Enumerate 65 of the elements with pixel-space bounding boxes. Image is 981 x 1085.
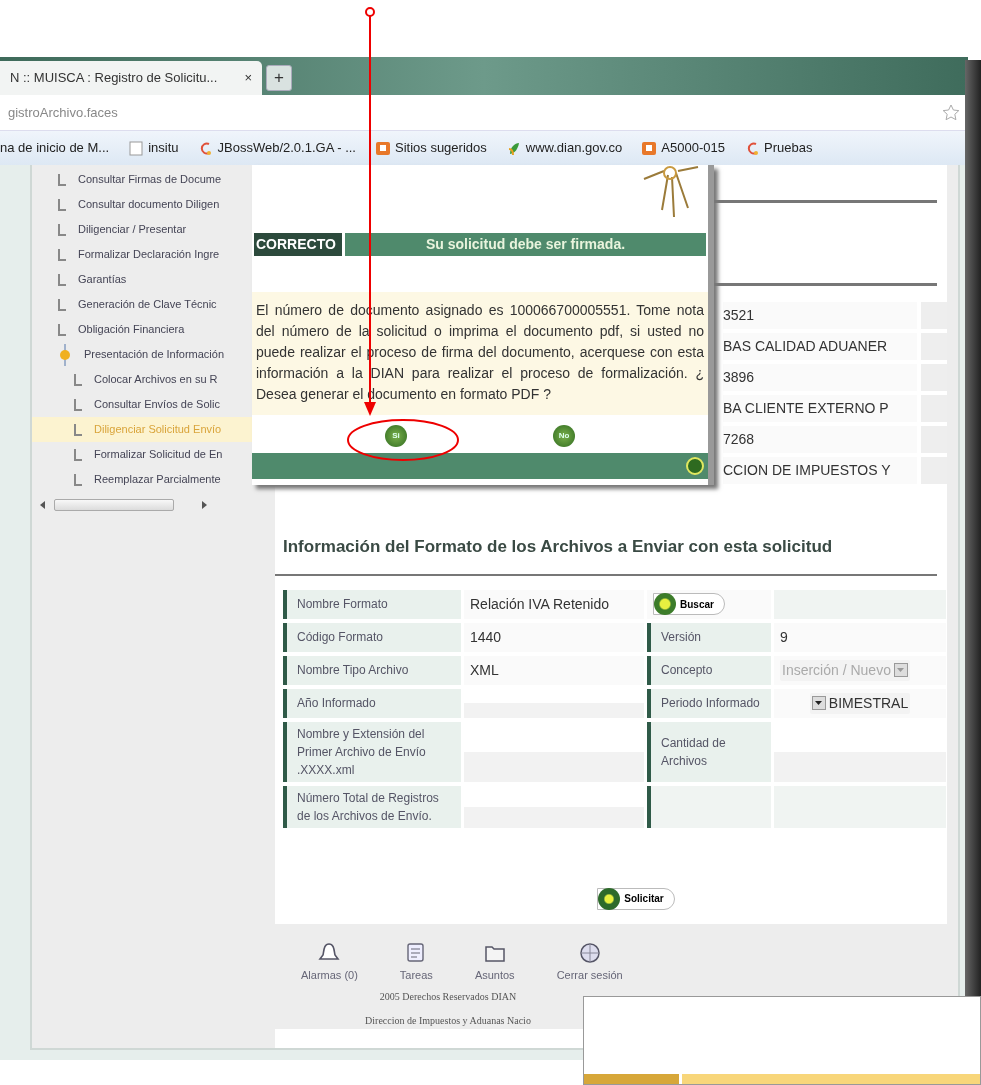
tree-item[interactable]: Reemplazar Parcialmente <box>32 467 257 492</box>
field-label: Periodo Informado <box>647 688 771 718</box>
field-value: CCION DE IMPUESTOS Y <box>723 457 918 484</box>
footer-link[interactable]: Asuntos <box>474 941 515 983</box>
browser-tab[interactable]: N :: MUISCA : Registro de Solicitu... × <box>0 61 262 95</box>
field-label: Número Total de Registros de los Archivos de Envío. <box>283 785 461 828</box>
bookmark-icon <box>642 140 657 156</box>
swirl-icon <box>198 140 213 156</box>
round-icon <box>686 457 704 475</box>
bookmark-item[interactable]: A5000-015 <box>642 138 725 158</box>
field-value: 7268 <box>723 426 918 453</box>
bookmark-item[interactable]: Sitios sugeridos <box>376 138 487 158</box>
field-label: Nombre Formato <box>283 589 461 619</box>
dialog-title: Su solicitud debe ser firmada. <box>345 233 706 256</box>
tree-item[interactable]: Diligenciar / Presentar <box>32 217 257 242</box>
field-label: Concepto <box>647 655 771 685</box>
tree-item[interactable]: Formalizar Solicitud de En <box>32 442 257 467</box>
field-label: Nombre y Extensión del Primer Archivo de Envío .XXXX.xml <box>283 721 461 782</box>
star-icon <box>942 104 960 121</box>
dropdown[interactable]: BIMESTRAL <box>809 692 911 714</box>
swirl-icon <box>745 140 759 156</box>
tree-item[interactable]: Formalizar Declaración Ingre <box>32 242 257 267</box>
page-icon <box>129 140 144 156</box>
leaf-icon <box>506 140 521 156</box>
field-value: Relación IVA Retenido <box>464 589 644 619</box>
field-value: 9 <box>774 622 946 652</box>
field-value: 3896 <box>723 364 918 391</box>
field-label: Código Formato <box>283 622 461 652</box>
close-button[interactable]: × <box>244 68 252 88</box>
copyright-text: 2005 Derechos Reservados DIAN <box>378 990 518 1004</box>
new-tab-button[interactable]: + <box>266 65 292 91</box>
tree-item[interactable]: Consultar documento Diligen <box>32 192 257 217</box>
status-label: CORRECTO <box>254 233 342 256</box>
copyright-text: Direccion de Impuestos y Aduanas Nacio <box>364 1014 532 1028</box>
footer-link[interactable]: Tareas <box>399 941 433 983</box>
field-value: 1440 <box>464 622 644 652</box>
tree-item[interactable]: Consultar Firmas de Docume <box>32 167 257 192</box>
field-label: Año Informado <box>283 688 461 718</box>
field-value: BA CLIENTE EXTERNO P <box>723 395 918 422</box>
bookmark-item[interactable]: JBossWeb/2.0.1.GA - ... <box>198 138 356 158</box>
field-label: Nombre Tipo Archivo <box>283 655 461 685</box>
tree-item[interactable]: Garantías <box>32 267 257 292</box>
tab-title: N :: MUISCA : Registro de Solicitu... <box>10 69 218 88</box>
address-field[interactable]: gistroArchivo.faces <box>8 102 118 123</box>
bookmark-icon <box>376 140 390 156</box>
bookmark-item[interactable]: insitu <box>129 138 179 158</box>
globe-icon <box>578 941 601 964</box>
search-button[interactable]: Buscar <box>653 593 725 615</box>
field-value: BAS CALIDAD ADUANER <box>723 333 918 360</box>
field-label: Versión <box>647 622 771 652</box>
field-value: XML <box>464 655 644 685</box>
scroll-right-icon[interactable] <box>202 501 208 509</box>
footer-link[interactable]: Alarmas (0) <box>301 941 358 983</box>
submit-button[interactable]: Solicitar <box>597 887 675 910</box>
folder-node-icon <box>58 343 72 366</box>
bookmark-item[interactable]: Pruebas <box>745 138 813 158</box>
field-label: Cantidad de Archivos <box>647 721 771 782</box>
footer-link[interactable]: Cerrar sesión <box>556 941 623 983</box>
field-value: 3521 <box>723 302 918 329</box>
section-title: Información del Formato de los Archivos a Enviar con esta solicitud <box>283 536 834 558</box>
scrollbar-thumb[interactable] <box>54 499 174 511</box>
bookmark-item[interactable]: www.dian.gov.co <box>506 138 623 158</box>
scroll-left-icon[interactable] <box>40 501 46 509</box>
bookmark-item[interactable]: na de inicio de M... <box>0 138 110 158</box>
dropdown: Inserción / Nuevo <box>780 659 910 681</box>
